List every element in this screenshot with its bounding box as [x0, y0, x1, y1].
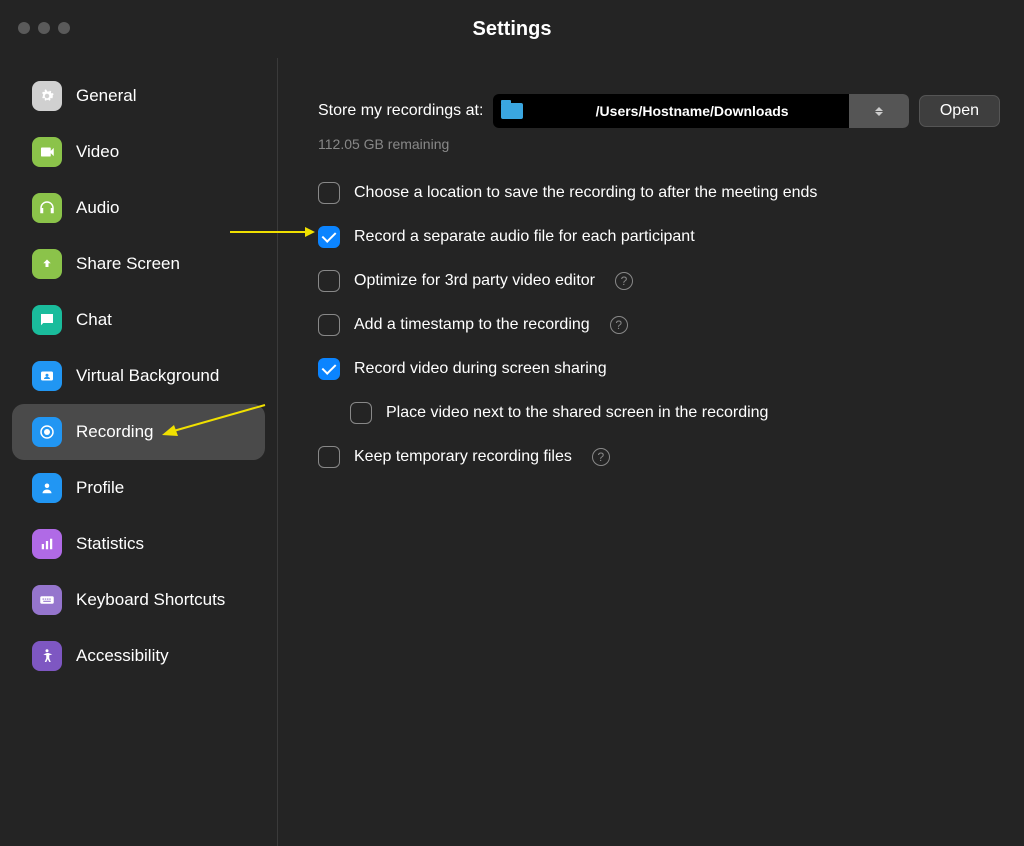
sidebar-item-profile[interactable]: Profile — [12, 460, 265, 516]
sidebar-item-label: General — [76, 86, 136, 106]
open-button[interactable]: Open — [919, 95, 1000, 127]
sidebar-item-label: Profile — [76, 478, 124, 498]
recording-path-select[interactable]: /Users/Hostname/Downloads — [493, 94, 908, 128]
gear-icon — [32, 81, 62, 111]
profile-icon — [32, 473, 62, 503]
sidebar: General Video Audio Share Screen Chat — [0, 58, 278, 846]
checkbox-timestamp[interactable] — [318, 314, 340, 336]
sidebar-item-label: Virtual Background — [76, 366, 219, 386]
folder-icon — [501, 103, 523, 119]
sidebar-item-chat[interactable]: Chat — [12, 292, 265, 348]
help-icon[interactable]: ? — [592, 448, 610, 466]
recording-icon — [32, 417, 62, 447]
headphones-icon — [32, 193, 62, 223]
sidebar-item-label: Recording — [76, 422, 154, 442]
checkbox-optimize[interactable] — [318, 270, 340, 292]
help-icon[interactable]: ? — [610, 316, 628, 334]
sidebar-item-audio[interactable]: Audio — [12, 180, 265, 236]
help-icon[interactable]: ? — [615, 272, 633, 290]
option-label: Add a timestamp to the recording — [354, 316, 590, 334]
checkbox-choose-location[interactable] — [318, 182, 340, 204]
sidebar-item-recording[interactable]: Recording — [12, 404, 265, 460]
close-window-button[interactable] — [18, 22, 30, 34]
sidebar-item-label: Video — [76, 142, 119, 162]
sidebar-item-keyboard-shortcuts[interactable]: Keyboard Shortcuts — [12, 572, 265, 628]
option-label: Place video next to the shared screen in… — [386, 404, 768, 422]
sidebar-item-label: Share Screen — [76, 254, 180, 274]
sidebar-item-accessibility[interactable]: Accessibility — [12, 628, 265, 684]
checkbox-record-video-sharing[interactable] — [318, 358, 340, 380]
sidebar-item-label: Statistics — [76, 534, 144, 554]
sidebar-item-label: Accessibility — [76, 646, 169, 666]
main-panel: Store my recordings at: /Users/Hostname/… — [278, 58, 1024, 846]
sidebar-item-label: Chat — [76, 310, 112, 330]
path-stepper[interactable] — [849, 94, 909, 128]
maximize-window-button[interactable] — [58, 22, 70, 34]
share-screen-icon — [32, 249, 62, 279]
virtual-background-icon — [32, 361, 62, 391]
option-label: Optimize for 3rd party video editor — [354, 272, 595, 290]
window-controls — [18, 22, 70, 34]
sidebar-item-virtual-background[interactable]: Virtual Background — [12, 348, 265, 404]
option-label: Record a separate audio file for each pa… — [354, 228, 695, 246]
option-label: Record video during screen sharing — [354, 360, 607, 378]
option-label: Keep temporary recording files — [354, 448, 572, 466]
sidebar-item-video[interactable]: Video — [12, 124, 265, 180]
chat-icon — [32, 305, 62, 335]
sidebar-item-label: Keyboard Shortcuts — [76, 590, 225, 610]
store-location-label: Store my recordings at: — [318, 102, 483, 120]
storage-remaining: 112.05 GB remaining — [318, 136, 1000, 152]
checkbox-place-video-next[interactable] — [350, 402, 372, 424]
sidebar-item-statistics[interactable]: Statistics — [12, 516, 265, 572]
sidebar-item-share-screen[interactable]: Share Screen — [12, 236, 265, 292]
statistics-icon — [32, 529, 62, 559]
titlebar: Settings — [0, 0, 1024, 58]
recording-path-text: /Users/Hostname/Downloads — [535, 103, 848, 119]
option-label: Choose a location to save the recording … — [354, 184, 817, 202]
accessibility-icon — [32, 641, 62, 671]
window-title: Settings — [0, 18, 1024, 41]
minimize-window-button[interactable] — [38, 22, 50, 34]
sidebar-item-label: Audio — [76, 198, 119, 218]
sidebar-item-general[interactable]: General — [12, 68, 265, 124]
keyboard-icon — [32, 585, 62, 615]
video-icon — [32, 137, 62, 167]
checkbox-separate-audio[interactable] — [318, 226, 340, 248]
checkbox-keep-temp[interactable] — [318, 446, 340, 468]
